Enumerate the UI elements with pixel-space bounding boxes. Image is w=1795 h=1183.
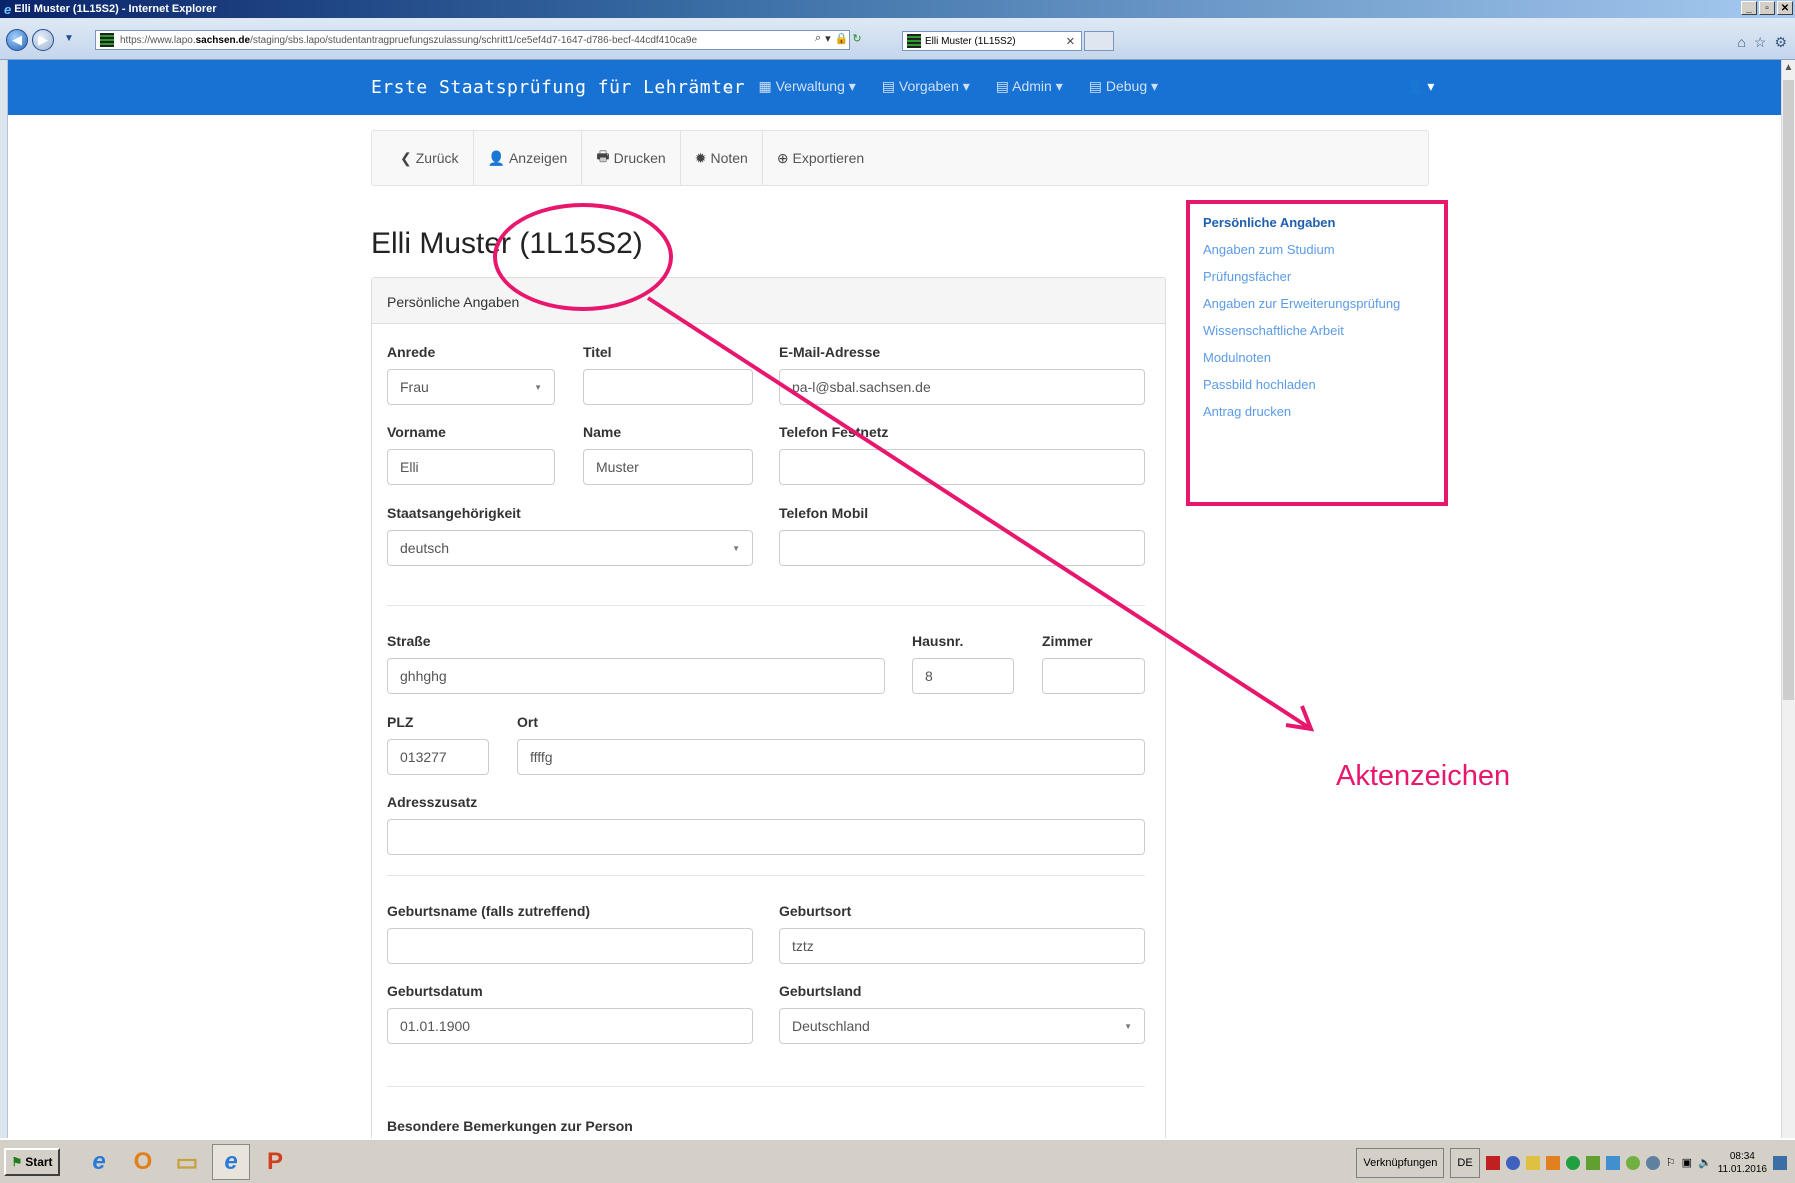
language-indicator[interactable]: DE [1450, 1147, 1480, 1178]
start-button[interactable]: ⚑ Start [4, 1148, 60, 1176]
site-favicon-icon [100, 33, 114, 47]
close-window-button[interactable]: ✕ [1777, 1, 1793, 15]
page-viewport: Erste Staatsprüfung für Lehrämter ⌂ ▦ Ve… [8, 60, 1781, 1138]
display-tray-icon[interactable]: ▣ [1682, 1156, 1692, 1169]
history-dropdown-icon[interactable]: ▼ [64, 33, 74, 44]
scrollbar-thumb[interactable] [1783, 80, 1794, 700]
taskbar: ⚑ Start e O ▭ e P Verknüpfungen DE ⚐ ▣ 🔈 … [0, 1138, 1795, 1183]
clock-date: 11.01.2016 [1717, 1163, 1767, 1175]
settings-gear-icon[interactable]: ⚙ [1774, 34, 1787, 51]
minimize-button[interactable]: _ [1741, 1, 1757, 15]
taskbar-explorer-icon[interactable]: ▭ [168, 1144, 206, 1180]
status-tray-icon[interactable] [1645, 1155, 1660, 1170]
url-path: /staging/sbs.lapo/studentantragpruefungs… [250, 34, 698, 46]
new-tab-button[interactable] [1084, 31, 1114, 51]
window-title: Elli Muster (1L15S2) - Internet Explorer [14, 3, 217, 15]
address-bar[interactable]: https://www.lapo. sachsen.de/staging/sbs.… [95, 30, 850, 50]
start-label: Start [25, 1155, 53, 1169]
favorites-star-icon[interactable]: ☆ [1754, 34, 1767, 51]
window-title-bar: e Elli Muster (1L15S2) - Internet Explor… [0, 0, 1795, 18]
clock-time: 08:34 [1729, 1150, 1755, 1162]
network-tray-icon[interactable] [1585, 1155, 1600, 1170]
taskbar-powerpoint-icon[interactable]: P [256, 1144, 294, 1180]
flag-tray-icon[interactable]: ⚐ [1666, 1156, 1676, 1169]
office-tray-icon[interactable] [1545, 1155, 1560, 1170]
app-tray-icon[interactable] [1625, 1155, 1640, 1170]
windows-flag-icon: ⚑ [11, 1155, 23, 1169]
url-domain: sachsen.de [195, 34, 251, 46]
refresh-icon[interactable]: ↻ [852, 32, 861, 45]
tab-close-icon[interactable]: ✕ [1066, 35, 1075, 48]
tab-title: Elli Muster (1L15S2) [925, 35, 1016, 47]
taskbar-ie-icon[interactable]: e [80, 1144, 118, 1180]
acrobat-tray-icon[interactable] [1485, 1155, 1500, 1170]
taskbar-ie-active-icon[interactable]: e [212, 1144, 250, 1180]
clock[interactable]: 08:34 11.01.2016 [1718, 1150, 1767, 1176]
annotation-arrow [646, 296, 1315, 732]
back-nav-icon[interactable]: ◀ [6, 29, 28, 51]
annotation-label: Aktenzeichen [1336, 760, 1511, 792]
scroll-up-icon[interactable]: ▲ [1782, 62, 1795, 76]
taskbar-outlook-icon[interactable]: O [124, 1144, 162, 1180]
tab-favicon-icon [907, 34, 921, 48]
browser-tab[interactable]: Elli Muster (1L15S2) ✕ [902, 31, 1082, 51]
search-icon[interactable]: ⌕ [815, 32, 821, 45]
window-left-border [0, 60, 8, 1138]
forward-nav-icon[interactable]: ▶ [32, 29, 54, 51]
security-tray-icon[interactable] [1505, 1155, 1520, 1170]
browser-address-row: ◀ ▶ ▼ https://www.lapo. sachsen.de/stagin… [0, 18, 1795, 60]
show-desktop-button[interactable] [1773, 1155, 1787, 1170]
sync-tray-icon[interactable] [1605, 1155, 1620, 1170]
maximize-button[interactable]: ▫ [1759, 1, 1775, 15]
internet-explorer-icon: e [4, 1, 12, 17]
home-icon[interactable]: ⌂ [1737, 34, 1745, 51]
url-prefix: https://www.lapo. [120, 34, 196, 46]
volume-icon[interactable]: 🔈 [1698, 1156, 1712, 1169]
system-tray: Verknüpfungen DE ⚐ ▣ 🔈 08:34 11.01.2016 [1356, 1144, 1795, 1181]
mail-tray-icon[interactable] [1525, 1155, 1540, 1170]
links-toolbar[interactable]: Verknüpfungen [1356, 1147, 1445, 1178]
vertical-scrollbar[interactable]: ▲ [1781, 60, 1795, 1138]
dropdown-icon[interactable]: ▾ [825, 32, 831, 45]
lock-icon[interactable]: 🔒 [835, 32, 849, 45]
update-tray-icon[interactable] [1565, 1155, 1580, 1170]
